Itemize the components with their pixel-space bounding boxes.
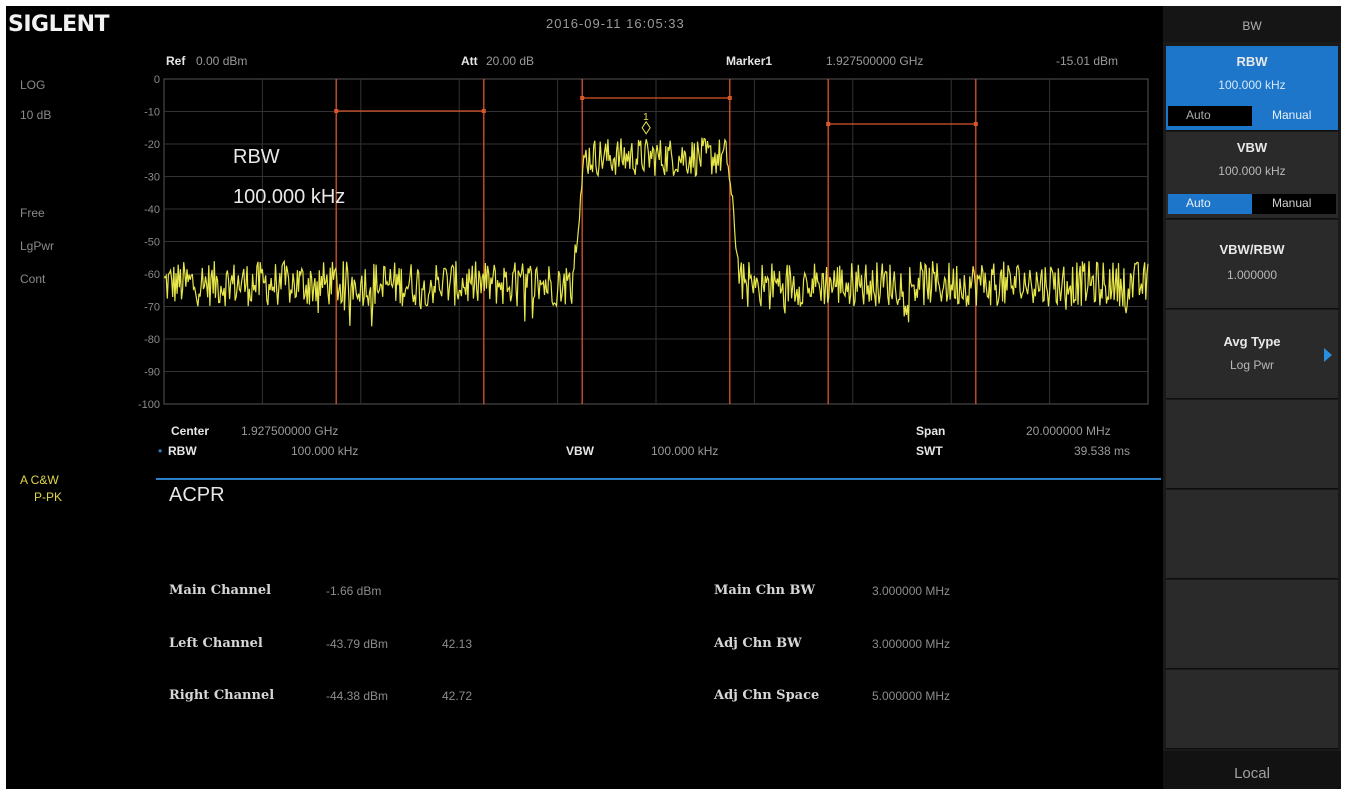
- y-tick-label: -60: [144, 269, 160, 281]
- trace-indicator[interactable]: A C&W: [20, 473, 59, 487]
- softkey-avg-type-title: Avg Type: [1223, 334, 1281, 349]
- rbw-label: RBW: [168, 444, 197, 458]
- span-value: 20.000000 MHz: [1026, 424, 1111, 438]
- softkey-empty-8[interactable]: [1166, 670, 1338, 749]
- main-bw-value: 3.000000 MHz: [872, 584, 951, 598]
- rbw-overlay-value: 100.000 kHz: [233, 186, 346, 208]
- left-channel-ratio: 42.13: [442, 637, 473, 651]
- menu-title: BW: [1242, 19, 1262, 33]
- marker-1-label: 1: [643, 112, 649, 123]
- softkey-rbw[interactable]: RBW 100.000 kHz Auto Manual: [1166, 46, 1338, 131]
- softkey-rbw-value: 100.000 kHz: [1218, 78, 1286, 92]
- softkey-empty-6[interactable]: [1166, 490, 1338, 579]
- adj-bw-label: Adj Chn BW: [714, 636, 802, 651]
- y-tick-label: -10: [144, 107, 160, 119]
- softkey-avg-type[interactable]: Avg Type Log Pwr: [1166, 310, 1338, 399]
- y-tick-label: -70: [144, 302, 160, 314]
- y-tick-label: -100: [138, 399, 160, 411]
- measurement-divider: [156, 478, 1161, 480]
- main-channel-bar-end: [727, 96, 732, 100]
- swt-value: 39.538 ms: [1074, 444, 1131, 458]
- y-tick-label: -40: [144, 204, 160, 216]
- rbw-marker-dot: •: [158, 444, 163, 458]
- y-tick-label: -50: [144, 237, 160, 249]
- right-channel-label: Right Channel: [169, 688, 275, 703]
- vbw-label: VBW: [566, 444, 594, 458]
- softkey-vbw-rbw-title: VBW/RBW: [1219, 242, 1285, 257]
- left-channel-bar-end: [481, 109, 486, 113]
- measurement-title: ACPR: [169, 484, 225, 506]
- vbw-value: 100.000 kHz: [651, 444, 719, 458]
- softkey-vbw-rbw-value: 1.000000: [1226, 268, 1278, 282]
- rbw-value: 100.000 kHz: [291, 444, 359, 458]
- main-channel-label: Main Channel: [169, 583, 272, 598]
- local-label: Local: [1234, 765, 1270, 782]
- submenu-arrow-icon: [1324, 348, 1332, 362]
- main-bw-label: Main Chn BW: [714, 583, 816, 598]
- right-channel-value: -44.38 dBm: [326, 689, 389, 703]
- y-tick-label: -80: [144, 334, 160, 346]
- softkey-panel: BW RBW 100.000 kHz Auto Manual VBW 100.0…: [1163, 6, 1341, 789]
- rbw-auto-option[interactable]: Auto: [1186, 108, 1211, 122]
- span-label: Span: [916, 424, 946, 438]
- adj-bw-value: 3.000000 MHz: [872, 637, 951, 651]
- right-channel-bar-end: [826, 122, 831, 126]
- y-tick-label: -30: [144, 172, 160, 184]
- vbw-manual-option[interactable]: Manual: [1272, 196, 1311, 210]
- softkey-empty-5[interactable]: [1166, 400, 1338, 489]
- spectrum-plot: 0 -10 -20 -30 -40 -50 -60 -70 -80 -90 -100 1: [138, 74, 1149, 411]
- swt-label: SWT: [916, 444, 943, 458]
- adj-space-label: Adj Chn Space: [714, 688, 820, 703]
- softkey-empty-7[interactable]: [1166, 580, 1338, 669]
- right-channel-ratio: 42.72: [442, 689, 473, 703]
- center-label: Center: [171, 424, 210, 438]
- adj-space-value: 5.000000 MHz: [872, 689, 951, 703]
- analyzer-screen: SIGLENT 2016-09-11 16:05:33 Ref 0.00 dBm…: [6, 6, 1341, 789]
- left-channel-bar-end: [334, 109, 339, 113]
- local-status[interactable]: Local: [1163, 751, 1341, 789]
- y-tick-label: -90: [144, 367, 160, 379]
- softkey-rbw-title: RBW: [1236, 54, 1268, 69]
- main-channel-value: -1.66 dBm: [326, 584, 382, 598]
- right-channel-bar-end: [973, 122, 978, 126]
- softkey-vbw-title: VBW: [1236, 140, 1268, 155]
- y-tick-label: -20: [144, 139, 160, 151]
- softkey-avg-type-value: Log Pwr: [1229, 358, 1275, 372]
- menu-header: BW: [1163, 6, 1341, 42]
- softkey-vbw-rbw[interactable]: VBW/RBW 1.000000: [1166, 220, 1338, 309]
- vbw-auto-option[interactable]: Auto: [1186, 196, 1211, 210]
- rbw-overlay-label: RBW: [233, 146, 280, 168]
- trace-detector: P-PK: [34, 490, 63, 504]
- left-channel-value: -43.79 dBm: [326, 637, 389, 651]
- softkey-vbw-value: 100.000 kHz: [1218, 164, 1286, 178]
- y-tick-label: 0: [154, 74, 160, 86]
- rbw-manual-option[interactable]: Manual: [1272, 108, 1311, 122]
- softkey-vbw[interactable]: VBW 100.000 kHz Auto Manual: [1166, 132, 1338, 219]
- vbw-auto-manual-toggle[interactable]: Auto Manual: [1168, 194, 1336, 214]
- center-value: 1.927500000 GHz: [241, 424, 339, 438]
- main-channel-bar-end: [580, 96, 585, 100]
- rbw-auto-manual-toggle[interactable]: Auto Manual: [1168, 106, 1336, 126]
- left-channel-label: Left Channel: [169, 636, 263, 651]
